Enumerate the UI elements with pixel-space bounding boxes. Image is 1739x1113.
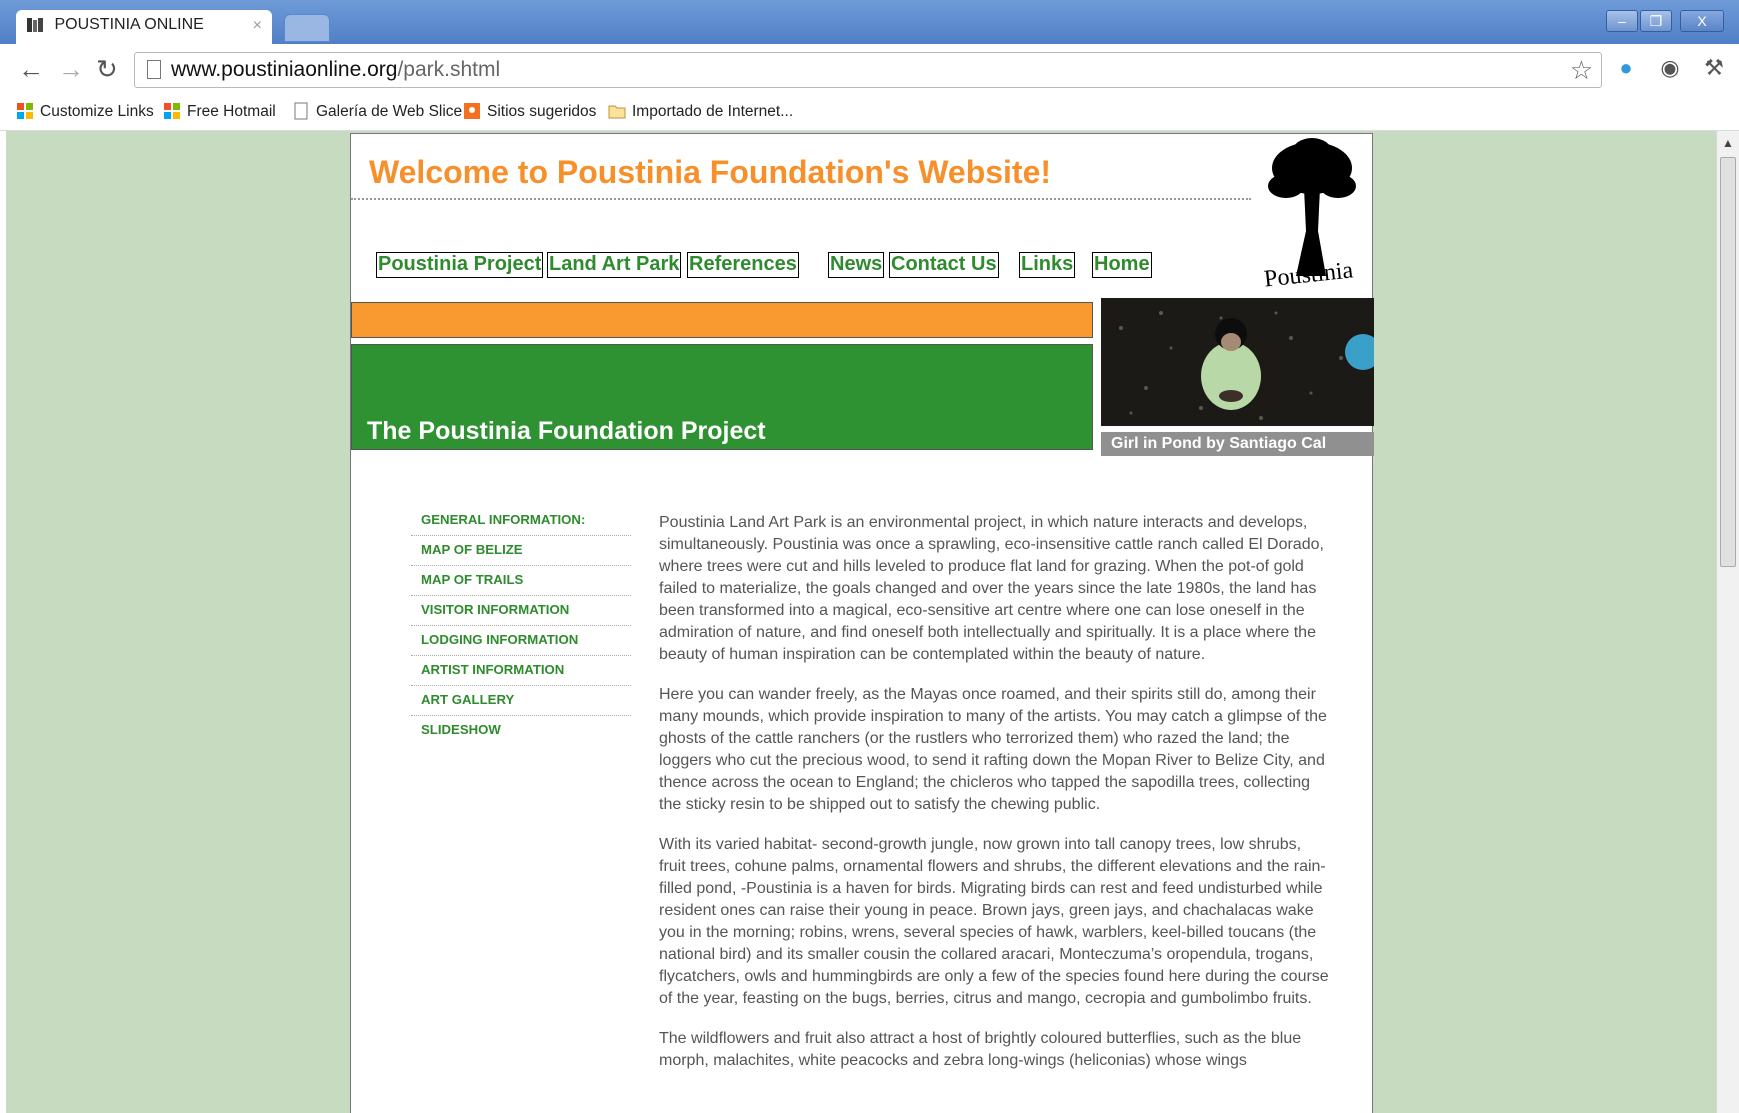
menu-visitor-information[interactable]: VISITOR INFORMATION <box>411 596 631 626</box>
bookmark-label: Customize Links <box>40 103 154 120</box>
bookmark-label: Sitios sugeridos <box>487 103 597 120</box>
eye-icon[interactable]: ◉ <box>1658 56 1682 80</box>
page-icon <box>294 102 308 120</box>
body-text: Poustinia Land Art Park is an environmen… <box>659 512 1329 1090</box>
nav-poustinia-project[interactable]: Poustinia Project <box>376 252 544 278</box>
folder-icon <box>608 105 626 119</box>
orange-banner <box>351 302 1093 338</box>
forward-arrow-icon[interactable]: → <box>58 54 84 84</box>
side-menu: GENERAL INFORMATION: MAP OF BELIZE MAP O… <box>411 506 631 746</box>
windows-flag-icon <box>164 103 180 119</box>
vertical-scrollbar[interactable]: ▲ <box>1716 131 1739 1113</box>
menu-art-gallery[interactable]: ART GALLERY <box>411 686 631 716</box>
bookmark-star-icon[interactable]: ☆ <box>1570 57 1593 83</box>
bookmark-web-slice[interactable]: Galería de Web Slice <box>292 102 462 121</box>
scroll-up-arrow-icon[interactable]: ▲ <box>1720 135 1736 151</box>
menu-lodging-information[interactable]: LODGING INFORMATION <box>411 626 631 656</box>
bookmark-folder-importado[interactable]: Importado de Internet... <box>608 102 793 121</box>
bookmark-label: Importado de Internet... <box>632 103 794 120</box>
browser-toolbar: ← → ↻ www.poustiniaonline.org/park.shtml… <box>0 44 1739 97</box>
url-path: /park.shtml <box>397 58 501 81</box>
site-favicon-icon <box>27 18 43 32</box>
suggested-sites-icon <box>464 103 480 119</box>
browser-tab[interactable]: POUSTINIA ONLINE × <box>16 10 272 44</box>
nav-references[interactable]: References <box>687 252 799 278</box>
photo-caption: Girl in Pond by Santiago Cal <box>1101 432 1374 456</box>
welcome-heading: Welcome to Poustinia Foundation's Websit… <box>369 154 1052 190</box>
new-tab-button[interactable] <box>284 14 330 42</box>
browser-titlebar: POUSTINIA ONLINE × – ❐ X <box>0 0 1739 44</box>
paragraph: Here you can wander freely, as the Mayas… <box>659 686 1327 813</box>
menu-general-information[interactable]: GENERAL INFORMATION: <box>411 506 631 536</box>
project-title: The Poustinia Foundation Project <box>367 417 766 445</box>
nav-links[interactable]: Links <box>1019 252 1076 278</box>
site-page: Welcome to Poustinia Foundation's Websit… <box>350 133 1374 1113</box>
back-arrow-icon[interactable]: ← <box>18 54 44 84</box>
page-icon <box>147 60 161 79</box>
girl-in-pond-photo <box>1101 298 1374 426</box>
bookmark-free-hotmail[interactable]: Free Hotmail <box>163 102 276 121</box>
paragraph: Poustinia Land Art Park is an environmen… <box>659 514 1324 663</box>
minimize-button[interactable]: – <box>1606 10 1638 32</box>
bookmarks-bar: Customize Links Free Hotmail Galería de … <box>0 96 1739 131</box>
reload-icon[interactable]: ↻ <box>96 54 118 84</box>
address-bar[interactable]: www.poustiniaonline.org/park.shtml ☆ <box>134 52 1602 88</box>
close-window-button[interactable]: X <box>1680 10 1724 32</box>
nav-news[interactable]: News <box>828 252 885 278</box>
bookmark-label: Free Hotmail <box>187 103 276 120</box>
menu-artist-information[interactable]: ARTIST INFORMATION <box>411 656 631 686</box>
menu-map-of-trails[interactable]: MAP OF TRAILS <box>411 566 631 596</box>
scroll-thumb[interactable] <box>1720 157 1736 567</box>
windows-flag-icon <box>17 103 33 119</box>
bookmark-label: Galería de Web Slice <box>316 103 463 120</box>
bookmark-customize-links[interactable]: Customize Links <box>16 102 154 121</box>
nav-home[interactable]: Home <box>1092 252 1152 278</box>
wrench-icon[interactable]: ⚒ <box>1702 56 1726 80</box>
heading-divider <box>351 198 1251 200</box>
green-banner: The Poustinia Foundation Project <box>351 344 1093 450</box>
tab-title: POUSTINIA ONLINE <box>54 16 204 33</box>
restore-button[interactable]: ❐ <box>1640 10 1672 32</box>
paragraph: With its varied habitat- second-growth j… <box>659 836 1329 1007</box>
nav-contact-us[interactable]: Contact Us <box>889 252 999 278</box>
bookmark-sitios-sugeridos[interactable]: Sitios sugeridos <box>463 102 596 121</box>
url-host: www.poustiniaonline.org <box>171 58 398 81</box>
menu-map-of-belize[interactable]: MAP OF BELIZE <box>411 536 631 566</box>
paragraph: The wildflowers and fruit also attract a… <box>659 1030 1302 1069</box>
nav-land-art-park[interactable]: Land Art Park <box>547 252 682 278</box>
url-text: www.poustiniaonline.org/park.shtml <box>171 58 500 82</box>
menu-slideshow[interactable]: SLIDESHOW <box>411 716 631 746</box>
skype-icon[interactable]: ● <box>1614 56 1638 80</box>
tab-close-icon[interactable]: × <box>253 17 262 35</box>
